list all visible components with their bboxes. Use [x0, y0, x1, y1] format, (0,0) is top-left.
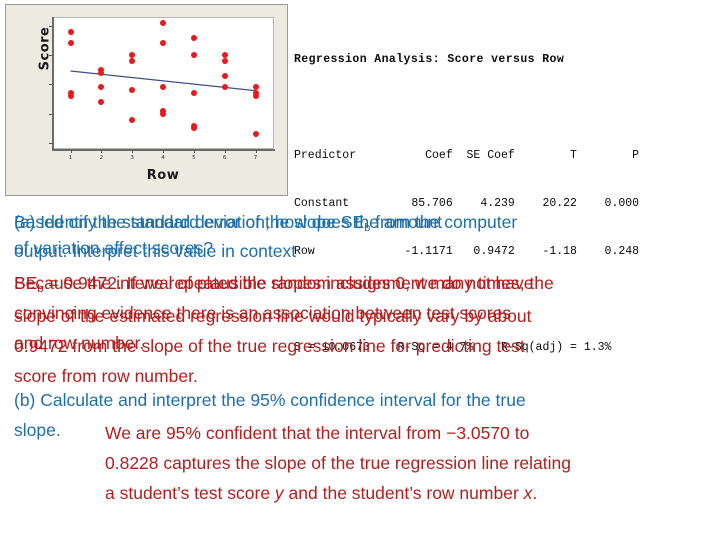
- answer-a-line2: slope of the estimated regression line w…: [14, 306, 532, 326]
- x-tick-label: 7: [253, 155, 258, 161]
- minitab-header-row: Predictor Coef SE Coef T P: [294, 149, 640, 162]
- x-tick-label: 5: [192, 155, 196, 161]
- data-point: [252, 131, 259, 138]
- y-tick-mark: [49, 113, 52, 115]
- data-point: [67, 40, 74, 47]
- data-point: [190, 52, 197, 59]
- data-point: [160, 19, 166, 26]
- answer-b-line1: We are 95% confident that the interval f…: [105, 423, 530, 443]
- x-axis-title: Row: [146, 168, 180, 183]
- question-a-line2: output. Interpret this value in context: [14, 241, 297, 261]
- x-tick-label: 1: [68, 155, 73, 161]
- answer-b-var-y: y: [274, 483, 284, 503]
- scatterplot-panel: 10090807060 1234567 Score Row: [5, 4, 288, 196]
- x-tick-mark: [193, 150, 195, 153]
- data-point: [129, 116, 136, 123]
- answer-a-line3: 0.9472 from the slope of the true regres…: [14, 336, 525, 356]
- data-point: [190, 34, 197, 41]
- x-tick-mark: [163, 150, 164, 153]
- answer-a-subscript: b: [37, 283, 44, 295]
- x-tick-mark: [255, 150, 257, 153]
- question-a-subscript: b: [364, 222, 371, 234]
- answer-b: We are 95% confident that the interval f…: [105, 418, 715, 508]
- minitab-title: Regression Analysis: Score versus Row: [294, 53, 565, 66]
- answer-a: SEb = 0.9472. If we repeated the random …: [14, 268, 714, 391]
- answer-b-line3-end: .: [532, 483, 538, 503]
- answer-a-line4: score from row number.: [14, 366, 198, 386]
- regression-line: [70, 70, 256, 92]
- x-tick-mark: [101, 150, 103, 153]
- question-b-line2: slope.: [14, 420, 61, 440]
- answer-b-line3-pre: a student’s test score: [105, 483, 275, 503]
- data-point: [221, 58, 228, 64]
- x-tick-mark: [132, 150, 134, 153]
- question-a: (a) Identify the standard error of the s…: [14, 209, 714, 264]
- answer-b-line3-mid: and the student’s row number: [283, 483, 524, 503]
- question-a-line1-end: from the computer: [370, 212, 518, 232]
- data-point: [221, 72, 228, 79]
- data-point: [67, 93, 74, 100]
- answer-a-line1-end: = 0.9472. If we repeated the random assi…: [43, 273, 554, 293]
- data-point: [67, 28, 74, 35]
- y-tick-mark: [49, 143, 52, 145]
- x-tick-label: 2: [99, 155, 104, 161]
- x-tick-label: 3: [130, 155, 134, 161]
- answer-a-line1: SE: [14, 273, 38, 293]
- x-tick-mark: [70, 150, 72, 153]
- question-b-line1: (b) Calculate and interpret the 95% conf…: [14, 390, 526, 410]
- answer-b-line2: 0.8228 captures the slope of the true re…: [105, 453, 571, 473]
- x-tick-mark: [224, 150, 226, 153]
- data-point: [160, 110, 166, 117]
- x-tick-label: 6: [222, 155, 227, 161]
- x-tick-label: 4: [161, 155, 165, 161]
- question-a-line1: (a) Identify the standard error of the s…: [14, 212, 365, 232]
- y-axis-title: Score: [37, 26, 53, 71]
- data-point: [252, 93, 259, 100]
